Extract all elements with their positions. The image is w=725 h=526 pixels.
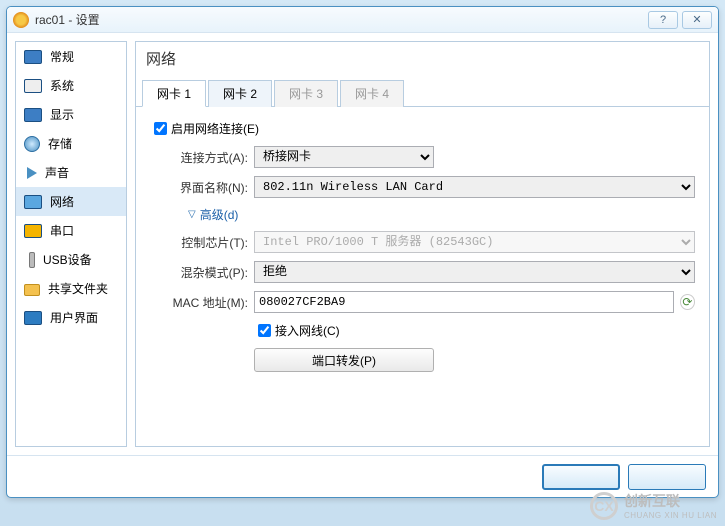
port-forwarding-button[interactable]: 端口转发(P) bbox=[254, 348, 434, 372]
network-icon bbox=[24, 195, 42, 209]
titlebar: rac01 - 设置 ? ✕ bbox=[7, 7, 718, 33]
window-title: rac01 - 设置 bbox=[35, 11, 644, 28]
cable-connected-label: 接入网线(C) bbox=[275, 322, 340, 339]
sidebar: 常规 系统 显示 存储 声音 网络 串口 USB设备 共享文件夹 用户界面 bbox=[15, 41, 127, 447]
footer bbox=[7, 455, 718, 497]
form: 启用网络连接(E) 连接方式(A): 桥接网卡 界面名称(N): 802.11n… bbox=[136, 107, 709, 392]
sound-icon bbox=[27, 167, 37, 179]
name-label: 界面名称(N): bbox=[168, 179, 248, 196]
sidebar-item-label: 声音 bbox=[45, 164, 69, 181]
disk-icon bbox=[24, 136, 40, 152]
ui-icon bbox=[24, 311, 42, 325]
usb-icon bbox=[29, 252, 35, 268]
sidebar-item-label: 存储 bbox=[48, 135, 72, 152]
mac-address-input[interactable] bbox=[254, 291, 674, 313]
cancel-button[interactable] bbox=[628, 464, 706, 490]
ok-button[interactable] bbox=[542, 464, 620, 490]
sidebar-item-serial[interactable]: 串口 bbox=[16, 216, 126, 245]
monitor-icon bbox=[24, 50, 42, 64]
serial-icon bbox=[24, 224, 42, 238]
sidebar-item-label: USB设备 bbox=[43, 251, 92, 268]
sidebar-item-storage[interactable]: 存储 bbox=[16, 129, 126, 158]
promisc-label: 混杂模式(P): bbox=[168, 264, 248, 281]
refresh-mac-icon[interactable]: ⟳ bbox=[680, 294, 695, 310]
enable-network-label: 启用网络连接(E) bbox=[171, 120, 259, 137]
sidebar-item-display[interactable]: 显示 bbox=[16, 100, 126, 129]
tab-adapter-2[interactable]: 网卡 2 bbox=[208, 80, 272, 107]
sidebar-item-label: 网络 bbox=[50, 193, 74, 210]
settings-window: rac01 - 设置 ? ✕ 常规 系统 显示 存储 声音 网络 串口 USB设… bbox=[6, 6, 719, 498]
sidebar-item-shared[interactable]: 共享文件夹 bbox=[16, 274, 126, 303]
app-icon bbox=[13, 12, 29, 28]
sidebar-item-label: 显示 bbox=[50, 106, 74, 123]
sidebar-item-usb[interactable]: USB设备 bbox=[16, 245, 126, 274]
display-icon bbox=[24, 108, 42, 122]
tabs: 网卡 1 网卡 2 网卡 3 网卡 4 bbox=[136, 79, 709, 107]
folder-icon bbox=[24, 284, 40, 296]
enable-network-checkbox[interactable] bbox=[154, 122, 167, 135]
sidebar-item-label: 串口 bbox=[50, 222, 74, 239]
adapter-type-select[interactable]: Intel PRO/1000 T 服务器 (82543GC) bbox=[254, 231, 695, 253]
page-title: 网络 bbox=[136, 42, 709, 79]
mac-label: MAC 地址(M): bbox=[168, 294, 248, 311]
sidebar-item-general[interactable]: 常规 bbox=[16, 42, 126, 71]
adapter-label: 控制芯片(T): bbox=[168, 234, 248, 251]
promiscuous-mode-select[interactable]: 拒绝 bbox=[254, 261, 695, 283]
advanced-toggle[interactable]: 高级(d) bbox=[188, 206, 695, 223]
sidebar-item-system[interactable]: 系统 bbox=[16, 71, 126, 100]
main-panel: 网络 网卡 1 网卡 2 网卡 3 网卡 4 启用网络连接(E) 连接方式(A)… bbox=[135, 41, 710, 447]
sidebar-item-label: 常规 bbox=[50, 48, 74, 65]
attach-mode-select[interactable]: 桥接网卡 bbox=[254, 146, 434, 168]
tab-adapter-4[interactable]: 网卡 4 bbox=[340, 80, 404, 107]
tab-adapter-1[interactable]: 网卡 1 bbox=[142, 80, 206, 107]
close-button[interactable]: ✕ bbox=[682, 11, 712, 29]
cable-connected-checkbox[interactable] bbox=[258, 324, 271, 337]
attach-label: 连接方式(A): bbox=[168, 149, 248, 166]
sidebar-item-label: 用户界面 bbox=[50, 309, 98, 326]
help-button[interactable]: ? bbox=[648, 11, 678, 29]
sidebar-item-label: 系统 bbox=[50, 77, 74, 94]
interface-name-select[interactable]: 802.11n Wireless LAN Card bbox=[254, 176, 695, 198]
sidebar-item-ui[interactable]: 用户界面 bbox=[16, 303, 126, 332]
tab-adapter-3[interactable]: 网卡 3 bbox=[274, 80, 338, 107]
sidebar-item-network[interactable]: 网络 bbox=[16, 187, 126, 216]
sidebar-item-label: 共享文件夹 bbox=[48, 280, 108, 297]
chip-icon bbox=[24, 79, 42, 93]
sidebar-item-audio[interactable]: 声音 bbox=[16, 158, 126, 187]
